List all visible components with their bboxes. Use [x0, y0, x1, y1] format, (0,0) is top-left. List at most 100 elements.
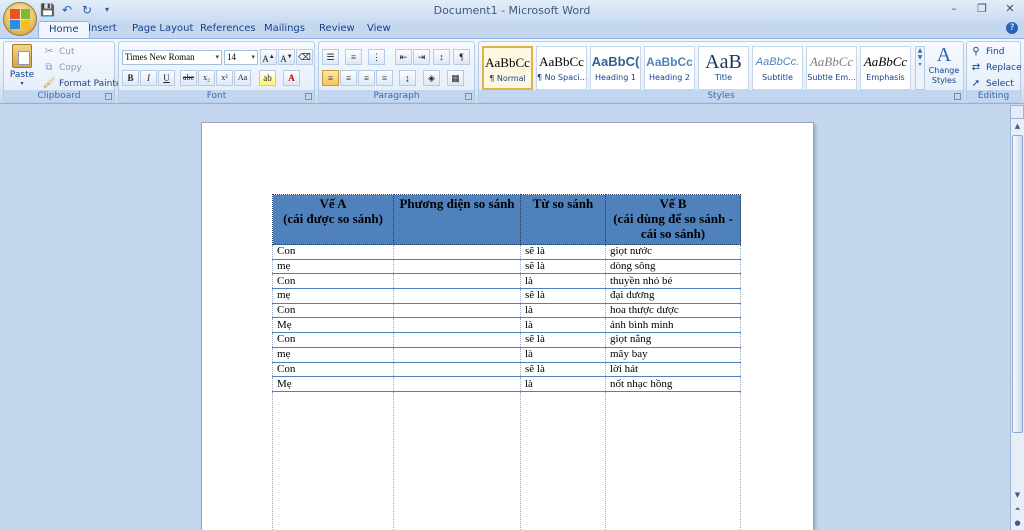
office-button[interactable] — [3, 2, 37, 36]
strikethrough-button[interactable]: abc — [180, 70, 197, 86]
change-case-button[interactable]: Aa — [234, 70, 251, 86]
table-cell[interactable]: thuyền nhỏ bé — [605, 273, 741, 290]
style-heading-1[interactable]: AaBbC(Heading 1 — [590, 46, 641, 90]
table-cell[interactable]: sẽ là — [520, 244, 606, 260]
show-hide-button[interactable]: ¶ — [453, 49, 470, 65]
find-button[interactable]: ⚲ Find — [969, 45, 1004, 59]
multilevel-list-button[interactable]: ⋮ — [368, 49, 385, 65]
table-cell[interactable]: nốt nhạc hồng — [605, 376, 741, 392]
table-cell[interactable]: sẽ là — [520, 362, 606, 378]
restore-button[interactable]: ❐ — [968, 0, 996, 18]
table-cell[interactable]: là — [520, 376, 606, 392]
table-cell[interactable]: sẽ là — [520, 332, 606, 348]
decrease-indent-button[interactable]: ⇤ — [395, 49, 412, 65]
previous-page-icon[interactable]: ⏶ — [1011, 502, 1024, 516]
clear-formatting-button[interactable]: ⌫ — [296, 49, 313, 65]
table-cell[interactable]: Con — [272, 362, 394, 378]
shading-button[interactable]: ◈ — [423, 70, 440, 86]
select-browse-object-icon[interactable]: ● — [1011, 516, 1024, 530]
tab-mailings[interactable]: Mailings — [254, 21, 315, 38]
table-cell[interactable]: Con — [272, 273, 394, 290]
table-cell[interactable] — [393, 273, 521, 290]
style-no-spacing[interactable]: AaBbCc ¶ No Spaci... — [536, 46, 587, 90]
table-cell[interactable] — [393, 259, 521, 275]
line-spacing-button[interactable]: ↨ — [399, 70, 416, 86]
replace-button[interactable]: ⇄ Replace — [969, 61, 1022, 75]
table-cell[interactable]: mẹ — [272, 259, 394, 275]
clipboard-launcher-icon[interactable] — [105, 93, 112, 100]
cut-button[interactable]: ✂ Cut — [42, 45, 75, 59]
style-subtitle[interactable]: AaBbCc. Subtitle — [752, 46, 803, 90]
table-header-cell[interactable]: Từ so sánh — [520, 194, 606, 245]
table-cell[interactable]: là — [520, 303, 606, 319]
table-cell[interactable]: lời hát — [605, 362, 741, 378]
underline-button[interactable]: U — [158, 70, 175, 86]
table-header-cell[interactable]: Phương diện so sánh — [393, 194, 521, 245]
tab-view[interactable]: View — [357, 21, 401, 38]
table-cell[interactable]: đại dương — [605, 288, 741, 304]
table-cell[interactable]: Mẹ — [272, 376, 394, 392]
style-normal[interactable]: AaBbCc ¶ Normal — [482, 46, 533, 90]
table-cell[interactable]: sẽ là — [520, 288, 606, 304]
grow-font-button[interactable]: A▲ — [260, 49, 277, 65]
borders-button[interactable]: ▦ — [447, 70, 464, 86]
table-cell[interactable] — [393, 288, 521, 304]
close-button[interactable]: ✕ — [996, 0, 1024, 18]
bold-button[interactable]: B — [122, 70, 139, 86]
table-cell[interactable] — [605, 391, 741, 530]
table-cell[interactable] — [393, 244, 521, 260]
table-cell[interactable]: giọt nước — [605, 244, 741, 260]
font-name-combo[interactable]: Times New Roman ▾ — [122, 50, 222, 65]
font-color-button[interactable]: A — [283, 70, 300, 86]
comparison-table[interactable]: Vế A (cái được so sánh) Phương diện so s… — [272, 194, 741, 530]
paragraph-launcher-icon[interactable] — [465, 93, 472, 100]
shrink-font-button[interactable]: A▼ — [278, 49, 295, 65]
scroll-up-icon[interactable]: ▲ — [1011, 119, 1024, 133]
format-painter-button[interactable]: 🖌 Format Painter — [42, 77, 125, 91]
font-size-combo[interactable]: 14 ▾ — [224, 50, 258, 65]
styles-launcher-icon[interactable] — [954, 93, 961, 100]
table-cell[interactable]: giọt nắng — [605, 332, 741, 348]
table-cell[interactable]: Con — [272, 332, 394, 348]
scroll-thumb[interactable] — [1012, 135, 1023, 433]
numbering-button[interactable]: ≡ — [345, 49, 362, 65]
table-cell[interactable]: hoa thược dược — [605, 303, 741, 319]
align-center-button[interactable]: ≡ — [340, 70, 357, 86]
table-cell[interactable]: mẹ — [272, 288, 394, 304]
highlight-button[interactable]: ab — [259, 70, 276, 86]
change-styles-button[interactable]: A Change Styles — [927, 44, 961, 90]
table-cell[interactable]: ánh bình minh — [605, 317, 741, 334]
ruler-toggle[interactable] — [1010, 105, 1024, 119]
style-emphasis[interactable]: AaBbCc Emphasis — [860, 46, 911, 90]
table-cell[interactable]: mẹ — [272, 347, 394, 363]
copy-button[interactable]: ⧉ Copy — [42, 61, 81, 75]
table-cell[interactable] — [393, 332, 521, 348]
subscript-button[interactable]: x₂ — [198, 70, 215, 86]
tab-insert[interactable]: Insert — [78, 21, 127, 38]
table-cell[interactable]: dòng sông — [605, 259, 741, 275]
table-cell[interactable]: sẽ là — [520, 259, 606, 275]
table-cell[interactable] — [393, 391, 521, 530]
table-cell[interactable]: Con — [272, 303, 394, 319]
increase-indent-button[interactable]: ⇥ — [413, 49, 430, 65]
align-right-button[interactable]: ≡ — [358, 70, 375, 86]
table-header-cell[interactable]: Vế A (cái được so sánh) — [272, 194, 394, 245]
table-cell[interactable]: là — [520, 317, 606, 334]
table-cell[interactable] — [272, 391, 394, 530]
table-cell[interactable]: là — [520, 273, 606, 290]
superscript-button[interactable]: x² — [216, 70, 233, 86]
select-button[interactable]: ➚ Select — [969, 77, 1014, 91]
table-cell[interactable] — [393, 376, 521, 392]
table-cell[interactable]: Mẹ — [272, 317, 394, 334]
table-cell[interactable]: mây bay — [605, 347, 741, 363]
table-cell[interactable] — [393, 347, 521, 363]
table-cell[interactable] — [520, 391, 606, 530]
table-header-cell[interactable]: Vế B (cái dùng để so sánh - cái so sánh) — [605, 194, 741, 245]
scroll-down-icon[interactable]: ▼ — [1011, 488, 1024, 502]
sort-button[interactable]: ↕ — [433, 49, 450, 65]
help-icon[interactable]: ? — [1006, 22, 1018, 34]
table-cell[interactable] — [393, 303, 521, 319]
paste-button[interactable]: Paste ▾ — [8, 44, 36, 88]
justify-button[interactable]: ≡ — [376, 70, 393, 86]
italic-button[interactable]: I — [140, 70, 157, 86]
